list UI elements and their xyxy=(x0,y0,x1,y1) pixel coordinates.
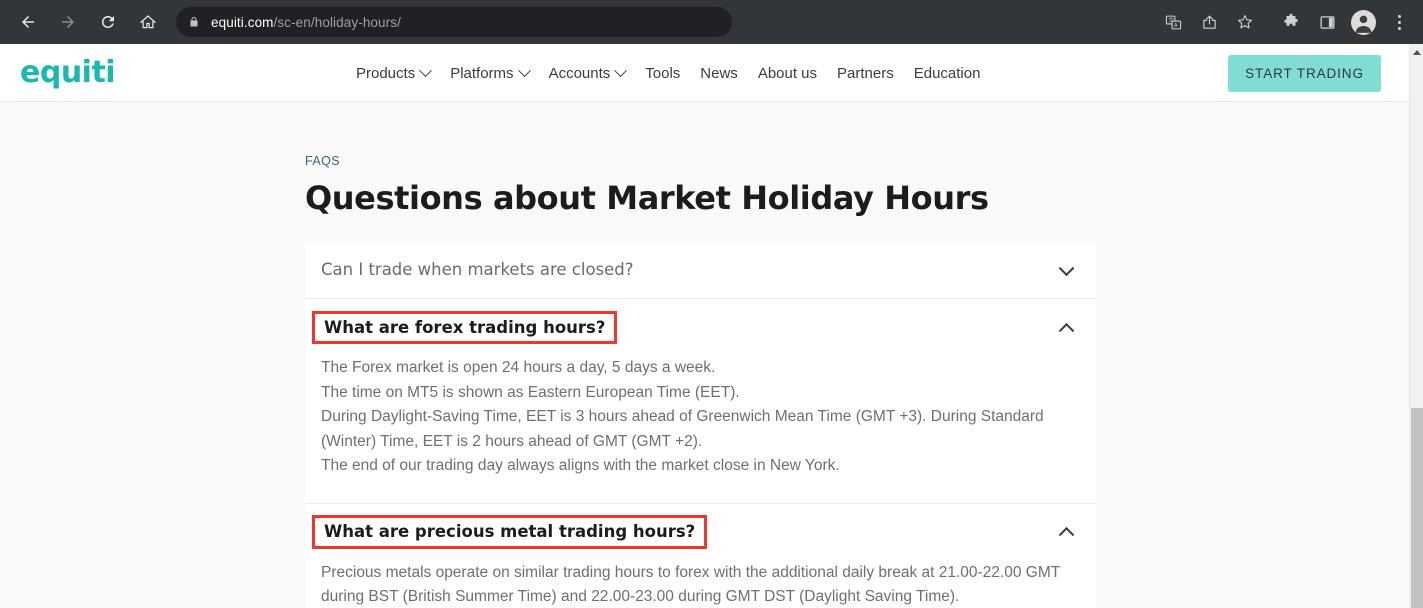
breadcrumb-eyebrow: FAQS xyxy=(305,154,340,168)
chevron-down-icon[interactable] xyxy=(1058,260,1075,276)
faq-answer-line: During Daylight-Saving Time, EET is 3 ho… xyxy=(321,408,1044,450)
nav-item-about-us[interactable]: About us xyxy=(758,65,817,82)
page-scrollbar[interactable] xyxy=(1409,44,1423,608)
url-domain: equiti.com xyxy=(211,14,274,30)
nav-item-news[interactable]: News xyxy=(700,65,738,82)
address-bar[interactable]: equiti.com/sc-en/holiday-hours/ xyxy=(176,7,732,37)
faq-header-2[interactable]: What are forex trading hours? xyxy=(305,299,1096,356)
faq-item-3: What are precious metal trading hours? P… xyxy=(305,504,1096,608)
chevron-down-icon xyxy=(614,63,628,77)
nav-item-platforms[interactable]: Platforms xyxy=(450,63,531,82)
url-path: /sc-en/holiday-hours/ xyxy=(273,14,401,30)
faq-accordion: Can I trade when markets are closed? Wha… xyxy=(305,241,1096,608)
translate-icon[interactable]: 文 A xyxy=(1157,6,1189,38)
back-button[interactable] xyxy=(11,5,45,39)
faq-body-2: The Forex market is open 24 hours a day,… xyxy=(305,356,1096,503)
scrollbar-thumb[interactable] xyxy=(1411,408,1423,608)
navigation-buttons xyxy=(0,5,168,39)
chevron-up-icon[interactable] xyxy=(1058,526,1075,543)
nav-item-products[interactable]: Products xyxy=(356,63,433,82)
chevron-up-icon[interactable] xyxy=(1058,322,1075,339)
nav-item-accounts[interactable]: Accounts xyxy=(548,63,628,82)
faq-body-3: Precious metals operate on similar tradi… xyxy=(305,561,1096,608)
nav-item-tools[interactable]: Tools xyxy=(645,65,680,82)
bookmark-star-icon[interactable] xyxy=(1229,6,1261,38)
side-panel-icon[interactable] xyxy=(1311,6,1343,38)
faq-question-2: What are forex trading hours? xyxy=(312,310,618,345)
nav-label: Platforms xyxy=(450,64,514,82)
nav-label: Accounts xyxy=(548,64,611,82)
page-viewport: equiti Products Platforms Accounts Tools… xyxy=(0,44,1409,608)
page-content: FAQS Questions about Market Holiday Hour… xyxy=(0,102,1409,608)
home-button[interactable] xyxy=(131,5,165,39)
reload-button[interactable] xyxy=(91,5,125,39)
faq-item-1: Can I trade when markets are closed? xyxy=(305,241,1096,299)
profile-avatar-icon[interactable] xyxy=(1347,6,1379,38)
nav-item-partners[interactable]: Partners xyxy=(837,65,894,82)
nav-label: Products xyxy=(356,64,416,82)
faq-answer-line: The end of our trading day always aligns… xyxy=(321,457,840,474)
start-trading-button[interactable]: START TRADING xyxy=(1228,55,1381,92)
three-dot-menu-icon[interactable] xyxy=(1383,6,1415,38)
faq-header-3[interactable]: What are precious metal trading hours? xyxy=(305,504,1096,561)
faq-answer-line: The Forex market is open 24 hours a day,… xyxy=(321,359,716,376)
faq-question-3: What are precious metal trading hours? xyxy=(312,515,708,549)
scroll-up-arrow-icon[interactable] xyxy=(1410,44,1423,60)
svg-text:A: A xyxy=(1173,23,1177,29)
faq-answer-line: Precious metals operate on similar tradi… xyxy=(321,563,1060,606)
faq-answer-line: The time on MT5 is shown as Eastern Euro… xyxy=(321,383,740,401)
faq-item-2: What are forex trading hours? The Forex … xyxy=(305,299,1096,504)
share-icon[interactable] xyxy=(1193,6,1225,38)
site-header: equiti Products Platforms Accounts Tools… xyxy=(0,44,1409,102)
page-title: Questions about Market Holiday Hours xyxy=(305,179,989,217)
nav-item-education[interactable]: Education xyxy=(914,65,981,82)
browser-toolbar-right: 文 A xyxy=(1155,0,1417,44)
avatar xyxy=(1350,9,1376,35)
main-navigation: Products Platforms Accounts Tools News A… xyxy=(356,44,980,102)
chevron-down-icon xyxy=(419,63,433,77)
faq-header-1[interactable]: Can I trade when markets are closed? xyxy=(305,241,1096,298)
extensions-puzzle-icon[interactable] xyxy=(1275,6,1307,38)
forward-button[interactable] xyxy=(51,5,85,39)
faq-question-1: Can I trade when markets are closed? xyxy=(321,260,634,279)
lock-icon xyxy=(188,15,200,29)
site-logo[interactable]: equiti xyxy=(20,55,116,90)
browser-toolbar: equiti.com/sc-en/holiday-hours/ 文 A xyxy=(0,0,1423,44)
chevron-down-icon xyxy=(517,63,531,77)
url-text: equiti.com/sc-en/holiday-hours/ xyxy=(211,15,401,30)
